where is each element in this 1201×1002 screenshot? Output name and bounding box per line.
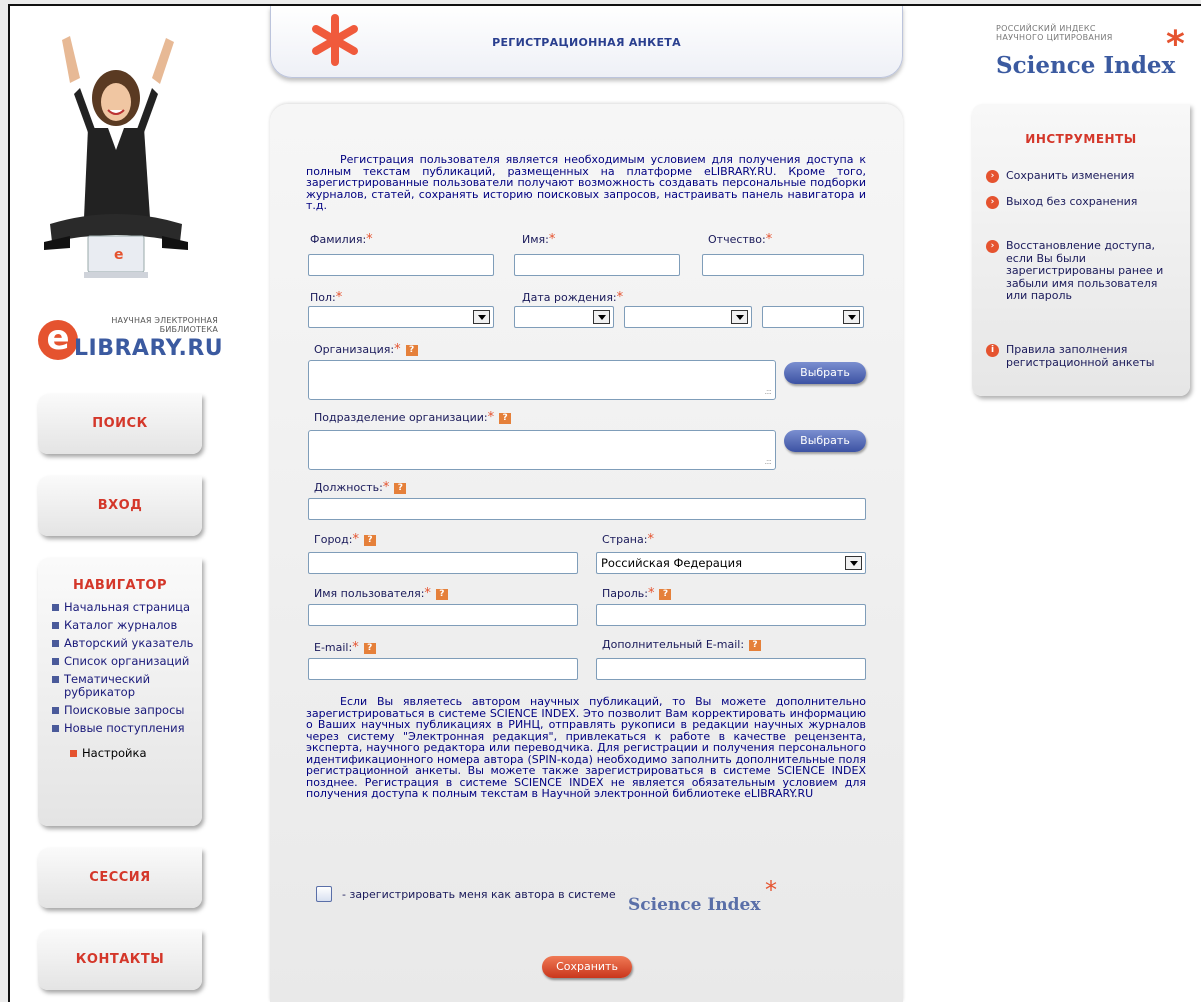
nav-item-search-queries[interactable]: Поисковые запросы xyxy=(50,704,202,717)
extra-email-label: Дополнительный E-mail:? xyxy=(602,638,762,651)
chevron-down-icon xyxy=(473,310,490,324)
first-name-input[interactable] xyxy=(514,254,680,276)
middle-name-label: Отчество:* xyxy=(708,232,773,247)
username-label: Имя пользователя:*? xyxy=(314,586,448,601)
elibrary-logo-subtitle: НАУЧНАЯ ЭЛЕКТРОННАЯ БИБЛИОТЕКА xyxy=(111,316,218,334)
resize-grip-icon[interactable]: .::: xyxy=(764,387,772,396)
birth-month-select[interactable] xyxy=(624,306,752,328)
help-icon[interactable]: ? xyxy=(363,642,376,654)
last-name-label: Фамилия:* xyxy=(310,232,373,247)
help-icon[interactable]: ? xyxy=(363,534,376,546)
author-registration-text: Если Вы являетесь автором научных публик… xyxy=(306,695,866,800)
navigator-title: НАВИГАТОР xyxy=(72,578,168,593)
help-icon[interactable]: ? xyxy=(749,639,762,651)
svg-text:e: e xyxy=(114,247,124,263)
username-input[interactable] xyxy=(308,604,578,626)
gender-select[interactable] xyxy=(308,306,494,328)
session-button[interactable]: СЕССИЯ xyxy=(38,848,202,908)
nav-item-rubricator[interactable]: Тематический рубрикатор xyxy=(50,673,202,699)
search-button[interactable]: ПОИСК xyxy=(38,394,202,454)
email-label: E-mail:*? xyxy=(314,640,376,655)
help-icon[interactable]: ? xyxy=(405,344,418,356)
hero-illustration: e xyxy=(40,28,190,293)
tool-form-rules[interactable]: i Правила заполнения регистрационной анке… xyxy=(986,343,1176,369)
organization-select-button[interactable]: Выбрать xyxy=(784,362,866,384)
nav-item-home[interactable]: Начальная страница xyxy=(50,601,202,614)
chevron-down-icon xyxy=(593,310,610,324)
position-label: Должность:*? xyxy=(314,480,407,495)
science-index-subtitle: РОССИЙСКИЙ ИНДЕКС НАУЧНОГО ЦИТИРОВАНИЯ xyxy=(996,24,1113,42)
department-select-button[interactable]: Выбрать xyxy=(784,430,866,452)
nav-item-authors[interactable]: Авторский указатель xyxy=(50,637,202,650)
login-button[interactable]: ВХОД xyxy=(38,476,202,536)
nav-item-settings[interactable]: Настройка xyxy=(68,747,202,760)
organization-textarea[interactable]: .::: xyxy=(308,360,776,400)
elibrary-logo[interactable]: e НАУЧНАЯ ЭЛЕКТРОННАЯ БИБЛИОТЕКА LIBRARY… xyxy=(38,306,223,366)
middle-name-input[interactable] xyxy=(702,254,864,276)
science-index-title: Science Index xyxy=(996,52,1176,79)
organization-label: Организация:*? xyxy=(314,342,418,357)
first-name-label: Имя:* xyxy=(522,232,556,247)
chevron-down-icon xyxy=(845,556,862,570)
help-icon[interactable]: ? xyxy=(394,482,407,494)
position-input[interactable] xyxy=(308,498,866,520)
gender-label: Пол:* xyxy=(310,290,343,305)
birth-date-label: Дата рождения:* xyxy=(522,290,624,305)
birth-year-select[interactable] xyxy=(762,306,864,328)
extra-email-input[interactable] xyxy=(596,658,866,680)
tools-panel: ИНСТРУМЕНТЫ › Сохранить изменения › Выход … xyxy=(972,104,1190,396)
nav-item-organizations[interactable]: Список организаций xyxy=(50,655,202,668)
asterisk-icon: * xyxy=(765,876,777,904)
chevron-down-icon xyxy=(843,310,860,324)
asterisk-icon: * xyxy=(1166,24,1185,65)
arrow-bullet-icon: › xyxy=(986,240,999,253)
header-tab: РЕГИСТРАЦИОННАЯ АНКЕТА xyxy=(270,6,903,78)
help-icon[interactable]: ? xyxy=(435,588,448,600)
science-index-inline-logo: Science Index * xyxy=(628,876,777,915)
country-value: Российская Федерация xyxy=(601,556,743,570)
country-label: Страна:* xyxy=(602,532,654,547)
help-icon[interactable]: ? xyxy=(499,412,512,424)
elibrary-logo-title: LIBRARY.RU xyxy=(74,336,224,361)
contacts-label: КОНТАКТЫ xyxy=(75,952,165,967)
help-icon[interactable]: ? xyxy=(659,588,672,600)
intro-text: Регистрация пользователя является необхо… xyxy=(306,153,866,212)
page-title: РЕГИСТРАЦИОННАЯ АНКЕТА xyxy=(492,36,681,49)
tools-title: ИНСТРУМЕНТЫ xyxy=(1025,132,1137,146)
register-author-checkbox[interactable] xyxy=(316,886,332,902)
navigator-list: Начальная страница Каталог журналов Авто… xyxy=(38,593,202,760)
save-button[interactable]: Сохранить xyxy=(542,956,632,978)
password-label: Пароль:*? xyxy=(602,586,672,601)
department-label: Подразделение организации:*? xyxy=(314,410,512,425)
left-column: e e НАУЧНАЯ ЭЛЕКТРОННАЯ БИБЛИОТЕКА LIBRA… xyxy=(10,6,260,1002)
city-label: Город:*? xyxy=(314,532,376,547)
country-select[interactable]: Российская Федерация xyxy=(596,552,866,574)
city-input[interactable] xyxy=(308,552,578,574)
login-label: ВХОД xyxy=(97,498,143,513)
info-icon: i xyxy=(986,344,999,357)
arrow-bullet-icon: › xyxy=(986,196,999,209)
email-input[interactable] xyxy=(308,658,578,680)
elibrary-e-mark: e xyxy=(38,320,78,360)
chevron-down-icon xyxy=(731,310,748,324)
session-label: СЕССИЯ xyxy=(89,870,151,885)
science-index-logo[interactable]: РОССИЙСКИЙ ИНДЕКС НАУЧНОГО ЦИТИРОВАНИЯ Sc… xyxy=(996,24,1196,84)
arrow-bullet-icon: › xyxy=(986,170,999,183)
tool-exit-without-saving[interactable]: › Выход без сохранения xyxy=(986,195,1182,209)
nav-item-new-arrivals[interactable]: Новые поступления xyxy=(50,722,202,735)
last-name-input[interactable] xyxy=(308,254,494,276)
birth-day-select[interactable] xyxy=(514,306,614,328)
department-textarea[interactable]: .::: xyxy=(308,430,776,470)
navigator-panel: НАВИГАТОР Начальная страница Каталог жур… xyxy=(38,558,202,826)
register-author-label: - зарегистрировать меня как автора в сис… xyxy=(342,888,616,901)
contacts-button[interactable]: КОНТАКТЫ xyxy=(38,930,202,990)
password-input[interactable] xyxy=(596,604,866,626)
nav-item-journals[interactable]: Каталог журналов xyxy=(50,619,202,632)
tool-save-changes[interactable]: › Сохранить изменения xyxy=(986,169,1182,183)
tool-restore-access[interactable]: › Восстановление доступа, если Вы были за… xyxy=(986,239,1176,303)
search-label: ПОИСК xyxy=(92,416,148,431)
resize-grip-icon[interactable]: .::: xyxy=(764,457,772,466)
registration-form: Регистрация пользователя является необхо… xyxy=(270,104,903,1002)
